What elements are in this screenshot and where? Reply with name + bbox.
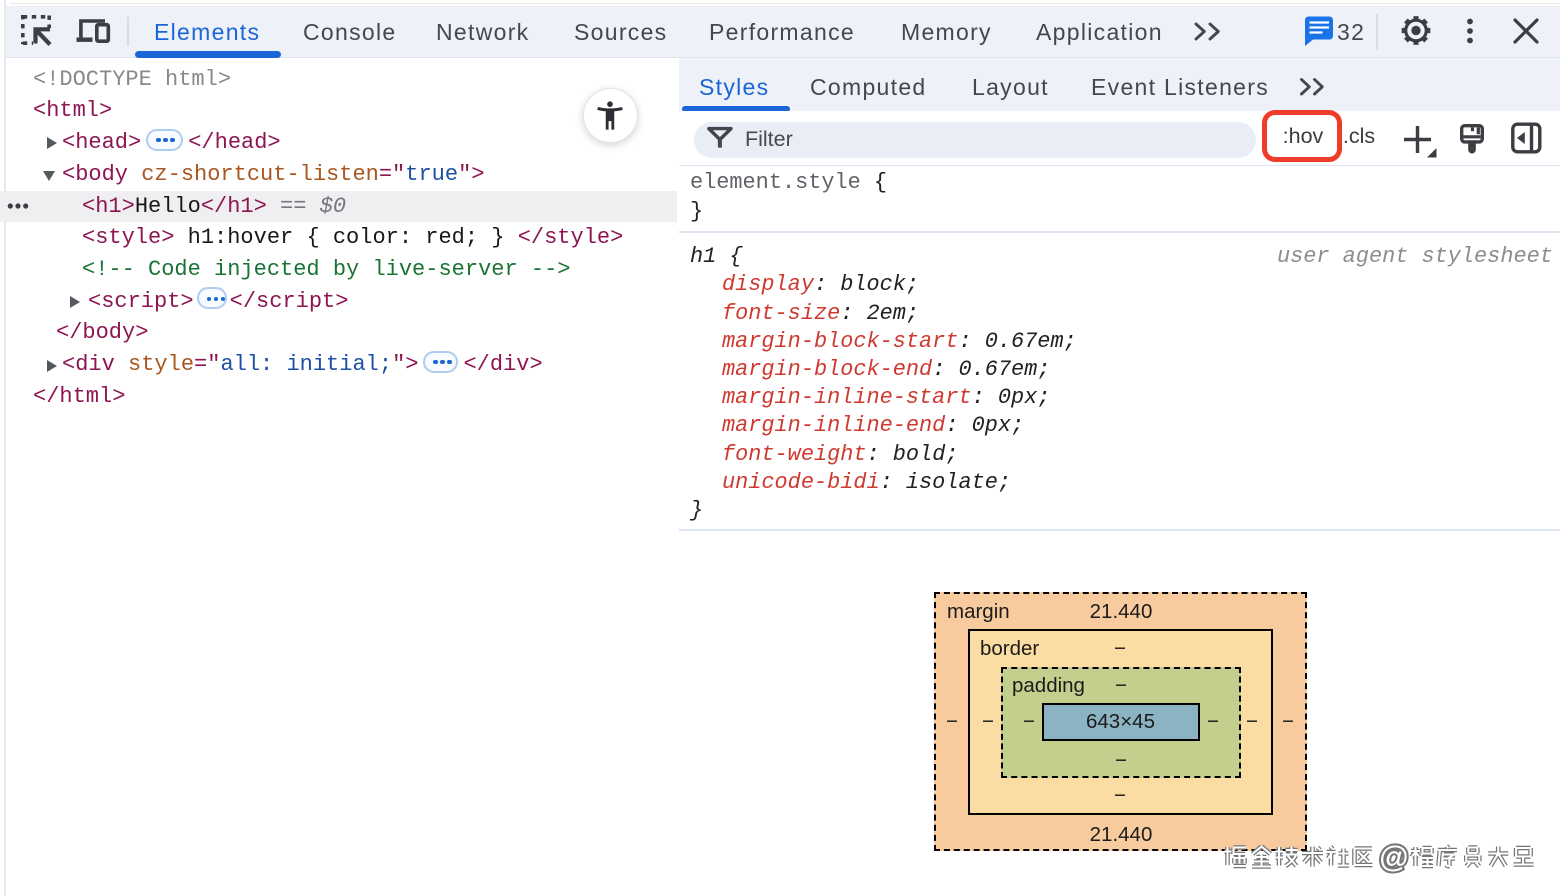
svg-text:@: @ bbox=[1379, 841, 1409, 874]
